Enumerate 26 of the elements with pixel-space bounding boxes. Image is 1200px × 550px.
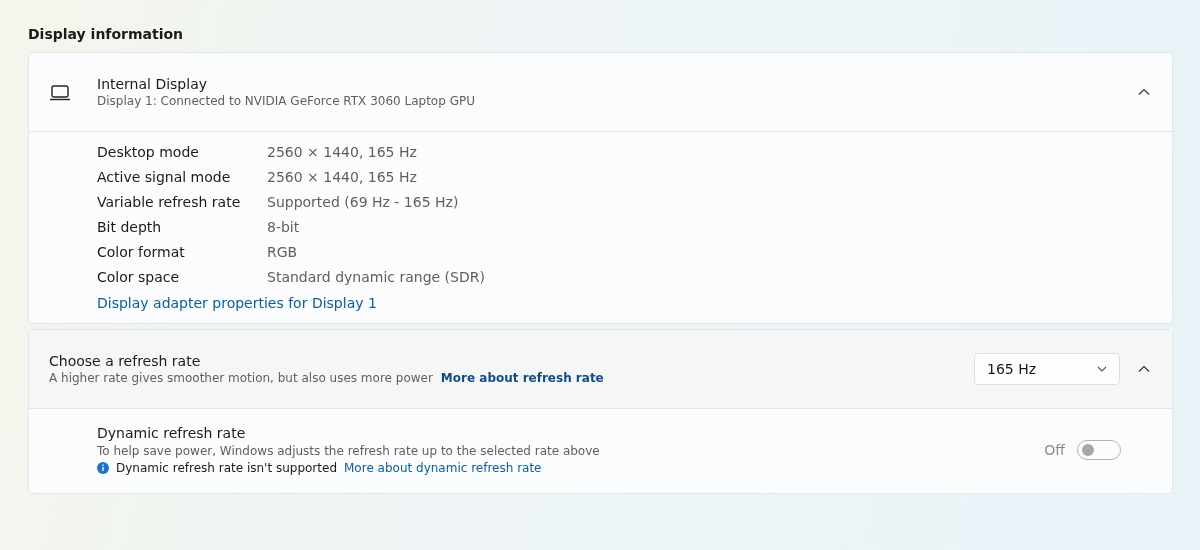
property-value: 2560 × 1440, 165 Hz: [267, 144, 418, 160]
refresh-rate-title: Choose a refresh rate: [49, 353, 202, 369]
info-icon: [97, 462, 109, 474]
property-label: Color format: [97, 244, 186, 260]
property-value: Supported (69 Hz - 165 Hz): [267, 194, 460, 210]
property-label: Variable refresh rate: [97, 194, 242, 210]
dynamic-refresh-description: To help save power, Windows adjusts the refresh rate up to the selected rate above: [97, 444, 601, 458]
display-name: Internal Display: [97, 76, 208, 92]
dynamic-refresh-title: Dynamic refresh rate: [97, 425, 247, 441]
property-value: RGB: [267, 244, 299, 260]
property-label: Color space: [97, 269, 181, 285]
refresh-rate-dropdown[interactable]: 165 Hz: [974, 353, 1120, 385]
property-label: Active signal mode: [97, 169, 232, 185]
property-value: 2560 × 1440, 165 Hz: [267, 169, 418, 185]
property-label: Desktop mode: [97, 144, 200, 160]
not-supported-notice: Dynamic refresh rate isn't supported: [116, 461, 337, 475]
adapter-properties-link[interactable]: Display adapter properties for Display 1: [29, 295, 377, 323]
property-value: 8-bit: [267, 219, 301, 235]
property-value: Standard dynamic range (SDR): [267, 269, 485, 285]
caret-icon: [1097, 366, 1107, 372]
refresh-rate-link[interactable]: More about refresh rate: [440, 371, 604, 385]
section-title: Display information: [28, 26, 184, 42]
refresh-rate-description: A higher rate gives smoother motion, but also uses more power: [49, 371, 433, 385]
display-subtitle: Display 1: Connected to NVIDIA GeForce RTX 3060 Laptop GPU: [97, 94, 476, 108]
property-label: Bit depth: [97, 219, 163, 235]
toggle-state-label: Off: [1044, 442, 1065, 458]
